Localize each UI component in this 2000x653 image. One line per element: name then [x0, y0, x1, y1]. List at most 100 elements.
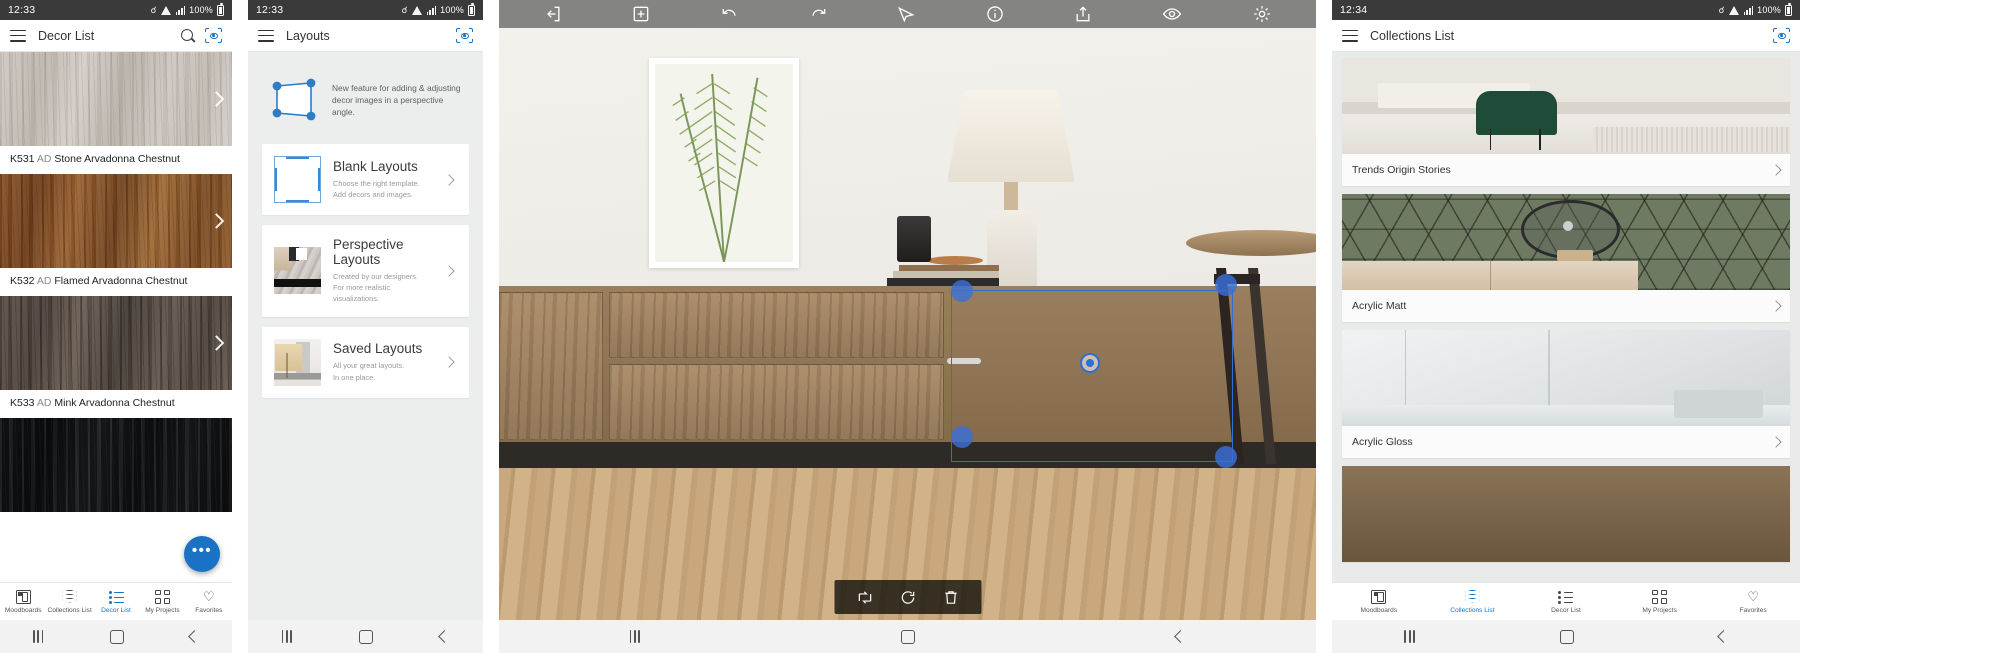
search-icon[interactable] — [181, 28, 195, 43]
signal-icon — [175, 5, 186, 15]
app-bar: Decor List — [0, 20, 232, 52]
tab-my-projects[interactable]: My Projects — [1613, 589, 1707, 614]
delete-trash-icon[interactable] — [942, 589, 959, 606]
share-icon[interactable] — [1073, 4, 1093, 24]
home-icon[interactable] — [359, 629, 374, 644]
saved-layout-thumb-icon — [274, 338, 321, 386]
tab-my-projects[interactable]: My Projects — [139, 589, 185, 614]
preview-eye-icon[interactable] — [1161, 4, 1183, 24]
tab-decor-list[interactable]: Decor List — [1519, 590, 1613, 614]
chevron-right-icon[interactable] — [443, 173, 455, 186]
screen-collections-list: 12:34 ☌ 100% Collections List Trends Ori… — [1332, 0, 1800, 653]
flip-icon[interactable] — [856, 589, 873, 606]
chevron-right-icon[interactable] — [1770, 436, 1782, 448]
decor-swatch — [0, 52, 232, 146]
list-item[interactable]: K531 AD Stone Arvadonna Chestnut — [0, 52, 232, 174]
add-image-icon[interactable] — [631, 4, 651, 24]
settings-gear-icon[interactable] — [1252, 4, 1272, 24]
decor-list[interactable]: K531 AD Stone Arvadonna Chestnut K532 AD… — [0, 52, 232, 582]
list-item[interactable]: K533 AD Mink Arvadonna Chestnut — [0, 296, 232, 418]
list-item[interactable] — [1342, 466, 1790, 562]
status-bar: 12:33 ☌ 100% — [248, 0, 483, 20]
home-icon[interactable] — [1559, 629, 1574, 644]
recent-apps-icon[interactable] — [281, 630, 292, 643]
ceramic-vase — [999, 214, 1037, 290]
decor-code: K533 — [10, 397, 35, 409]
decor-list-icon — [1558, 590, 1574, 604]
perspective-tool-icon[interactable] — [896, 4, 916, 24]
tab-favorites[interactable]: ♡ Favorites — [186, 590, 232, 614]
signal-icon — [426, 5, 437, 15]
decor-swatch — [0, 174, 232, 268]
selection-center-handle[interactable] — [1080, 353, 1100, 373]
list-item[interactable]: K532 AD Flamed Arvadonna Chestnut — [0, 174, 232, 296]
recent-apps-icon[interactable] — [33, 630, 44, 643]
back-icon[interactable] — [1174, 630, 1188, 643]
hamburger-menu-icon[interactable] — [10, 29, 26, 42]
chevron-right-icon[interactable] — [443, 265, 455, 277]
floating-action-toolbar — [834, 580, 981, 614]
card-title: Perspective Layouts — [333, 237, 404, 268]
tab-collections-list[interactable]: Collections List — [46, 589, 92, 614]
more-options-fab[interactable]: ••• — [184, 536, 220, 572]
wifi-icon — [160, 5, 172, 15]
info-icon[interactable] — [985, 4, 1005, 24]
recent-apps-icon[interactable] — [1404, 630, 1415, 643]
tab-label: Collections List — [1450, 606, 1495, 614]
back-icon[interactable] — [438, 630, 452, 643]
page-title: Decor List — [38, 28, 95, 43]
status-bar: 12:33 ☌ 100% — [0, 0, 232, 20]
moodboards-icon — [1371, 589, 1387, 604]
recent-apps-icon[interactable] — [629, 630, 640, 643]
chevron-right-icon[interactable] — [443, 356, 455, 368]
selection-handle-bottom-left[interactable] — [951, 426, 973, 448]
heart-icon: ♡ — [1747, 588, 1759, 604]
collections-list[interactable]: Trends Origin Stories Acrylic Matt Acryl… — [1332, 52, 1800, 582]
list-item[interactable] — [0, 418, 232, 512]
tab-label: My Projects — [1642, 606, 1677, 614]
chevron-right-icon[interactable] — [1770, 300, 1782, 312]
card-perspective-layouts[interactable]: Perspective Layouts Created by our desig… — [262, 225, 469, 317]
selection-handle-bottom-right[interactable] — [1215, 446, 1237, 468]
list-item[interactable]: Acrylic Matt — [1342, 194, 1790, 322]
battery-percent: 100% — [1757, 5, 1781, 15]
card-saved-layouts[interactable]: Saved Layouts All your great layouts. In… — [262, 326, 469, 398]
chevron-right-icon[interactable] — [1770, 164, 1782, 176]
scan-visualizer-icon[interactable] — [205, 28, 222, 43]
decor-name: Mink Arvadonna Chestnut — [54, 397, 175, 409]
exit-left-icon[interactable] — [543, 4, 563, 24]
collection-image — [1342, 466, 1790, 562]
selection-handle-top-left[interactable] — [951, 280, 973, 302]
redo-icon[interactable] — [808, 4, 828, 24]
card-blank-layouts[interactable]: Blank Layouts Choose the right template.… — [262, 144, 469, 215]
card-title: Blank Layouts — [333, 158, 418, 174]
vpn-key-icon: ☌ — [150, 4, 157, 15]
back-icon[interactable] — [188, 630, 201, 643]
scan-visualizer-icon[interactable] — [456, 28, 473, 43]
hamburger-menu-icon[interactable] — [258, 29, 274, 42]
list-item[interactable]: Trends Origin Stories — [1342, 58, 1790, 186]
hamburger-menu-icon[interactable] — [1342, 29, 1358, 42]
layout-canvas[interactable] — [499, 28, 1316, 620]
tab-moodboards[interactable]: Moodboards — [0, 589, 46, 614]
screen-decor-list: 12:33 ☌ 100% Decor List K531 AD Stone Ar… — [0, 0, 232, 653]
list-item[interactable]: Acrylic Gloss — [1342, 330, 1790, 458]
tab-moodboards[interactable]: Moodboards — [1332, 589, 1426, 614]
tab-label: Favorites — [1739, 606, 1767, 614]
back-icon[interactable] — [1716, 630, 1730, 643]
undo-icon[interactable] — [720, 4, 740, 24]
rotate-icon[interactable] — [899, 589, 916, 606]
scan-visualizer-icon[interactable] — [1773, 28, 1790, 43]
decor-grade: AD — [36, 153, 52, 165]
tab-favorites[interactable]: ♡ Favorites — [1706, 590, 1800, 614]
home-icon[interactable] — [109, 629, 124, 644]
grid-projects-icon — [154, 589, 170, 604]
status-time: 12:34 — [1340, 4, 1368, 16]
home-icon[interactable] — [901, 629, 916, 644]
tab-decor-list[interactable]: Decor List — [93, 590, 139, 614]
wifi-icon — [411, 5, 423, 15]
decor-name: Flamed Arvadonna Chestnut — [54, 275, 188, 287]
tab-collections-list[interactable]: Collections List — [1426, 589, 1520, 614]
selection-handle-top-right[interactable] — [1215, 274, 1237, 296]
signal-icon — [1743, 5, 1754, 15]
